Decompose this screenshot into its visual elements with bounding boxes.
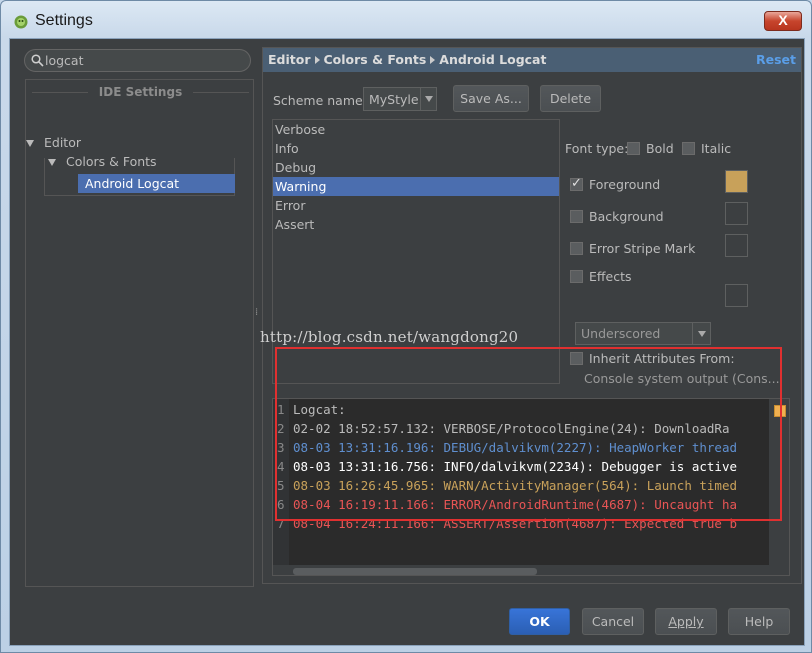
- delete-button[interactable]: Delete: [540, 85, 601, 112]
- window-title: Settings: [35, 12, 93, 29]
- scheme-select-value: MyStyle: [369, 92, 419, 107]
- splitter-handle[interactable]: ⁞: [255, 307, 259, 325]
- list-item-error[interactable]: Error: [273, 196, 559, 215]
- tree-item-colors-fonts[interactable]: Colors & Fonts: [48, 152, 157, 171]
- foreground-color-swatch[interactable]: [725, 170, 748, 193]
- list-item-warning[interactable]: Warning: [273, 177, 559, 196]
- scheme-name-label: Scheme name:: [273, 93, 367, 108]
- save-as-button[interactable]: Save As...: [453, 85, 529, 112]
- background-color-swatch[interactable]: [725, 202, 748, 225]
- watermark-text: http://blog.csdn.net/wangdong20: [260, 328, 519, 346]
- checkbox-box[interactable]: [570, 270, 583, 283]
- tree-item-label: Colors & Fonts: [66, 154, 157, 169]
- android-studio-icon: [14, 15, 28, 29]
- chevron-down-icon: [425, 96, 433, 102]
- checkbox-box[interactable]: [570, 242, 583, 255]
- chevron-right-icon: [430, 56, 436, 64]
- italic-checkbox[interactable]: Italic: [682, 141, 731, 156]
- checkbox-box[interactable]: [570, 210, 583, 223]
- breadcrumb-path: Editor Colors & Fonts Android Logcat: [268, 52, 546, 67]
- ok-button[interactable]: OK: [509, 608, 570, 635]
- foreground-checkbox[interactable]: Foreground: [570, 176, 661, 192]
- breadcrumb-colors-fonts: Colors & Fonts: [323, 52, 427, 67]
- checkbox-checked-icon[interactable]: [570, 176, 583, 191]
- breadcrumb-android-logcat: Android Logcat: [439, 52, 547, 67]
- search-input[interactable]: [45, 52, 240, 69]
- search-icon: [31, 54, 44, 67]
- preview-horizontal-scrollbar[interactable]: [273, 565, 789, 575]
- preview-highlight-box: [275, 347, 782, 521]
- tree-section-ide-settings: IDE Settings: [26, 85, 255, 99]
- bold-checkbox[interactable]: Bold: [627, 141, 674, 156]
- expand-arrow-icon[interactable]: [26, 140, 34, 147]
- settings-search[interactable]: [24, 49, 251, 72]
- settings-tree: IDE Settings Editor Colors & Fonts Andro…: [25, 79, 254, 587]
- italic-label: Italic: [701, 141, 732, 156]
- error-stripe-checkbox[interactable]: Error Stripe Mark: [570, 241, 695, 256]
- checkbox-box[interactable]: [627, 142, 640, 155]
- reset-link[interactable]: Reset: [756, 52, 796, 67]
- list-item-assert[interactable]: Assert: [273, 215, 559, 234]
- effects-color-swatch[interactable]: [725, 284, 748, 307]
- effects-checkbox[interactable]: Effects: [570, 269, 632, 284]
- settings-tree-panel: IDE Settings Editor Colors & Fonts Andro…: [18, 47, 254, 587]
- title-bar: Settings X: [1, 1, 811, 41]
- help-button[interactable]: Help: [728, 608, 790, 635]
- checkbox-box[interactable]: [682, 142, 695, 155]
- list-item-verbose[interactable]: Verbose: [273, 120, 559, 139]
- list-item-debug[interactable]: Debug: [273, 158, 559, 177]
- scheme-dropdown-arrow[interactable]: [420, 88, 437, 110]
- breadcrumb: Editor Colors & Fonts Android Logcat Reset: [263, 48, 801, 72]
- font-type-label: Font type:: [565, 141, 629, 156]
- effects-select[interactable]: Underscored: [575, 322, 711, 345]
- cancel-button[interactable]: Cancel: [582, 608, 644, 635]
- list-item-info[interactable]: Info: [273, 139, 559, 158]
- error-stripe-color-swatch[interactable]: [725, 234, 748, 257]
- background-label: Background: [589, 209, 664, 224]
- effects-dropdown-arrow[interactable]: [692, 323, 711, 344]
- effects-select-value: Underscored: [581, 326, 661, 341]
- background-checkbox[interactable]: Background: [570, 209, 664, 224]
- tree-item-label: Editor: [44, 135, 81, 150]
- settings-window: Settings X IDE Settings Editor Colors & …: [0, 0, 812, 653]
- foreground-label: Foreground: [589, 177, 661, 192]
- chevron-down-icon: [698, 331, 706, 337]
- tree-item-android-logcat[interactable]: Android Logcat: [78, 174, 235, 193]
- chevron-right-icon: [314, 56, 320, 64]
- apply-button[interactable]: Apply: [655, 608, 717, 635]
- expand-arrow-icon[interactable]: [48, 159, 56, 166]
- breadcrumb-editor: Editor: [268, 52, 311, 67]
- bold-label: Bold: [646, 141, 674, 156]
- error-stripe-label: Error Stripe Mark: [589, 241, 696, 256]
- effects-label: Effects: [589, 269, 632, 284]
- window-close-button[interactable]: X: [764, 11, 802, 31]
- scheme-select[interactable]: MyStyle: [363, 87, 437, 111]
- scrollbar-thumb[interactable]: [293, 568, 537, 575]
- tree-item-editor[interactable]: Editor: [26, 133, 81, 152]
